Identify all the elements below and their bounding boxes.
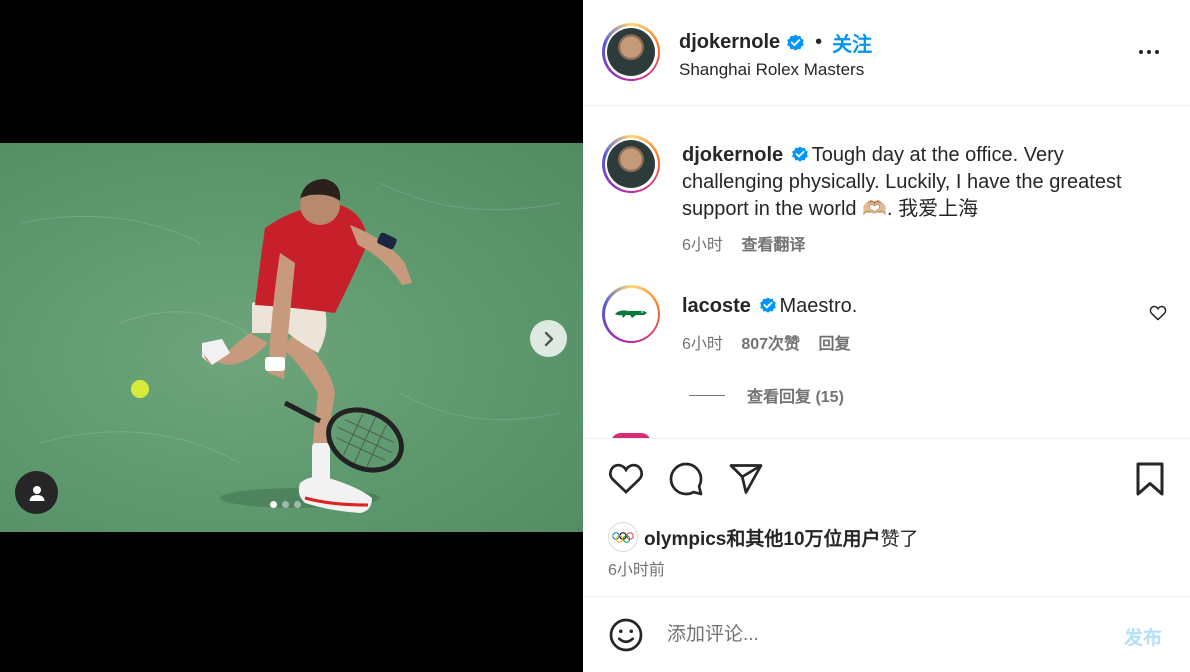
olympics-avatar[interactable] xyxy=(608,522,638,552)
comment-likes-count[interactable]: 807次赞 xyxy=(741,336,800,353)
comments-section: djokernole Tough day at the office. Very… xyxy=(583,107,1190,438)
avatar xyxy=(607,290,655,338)
share-button[interactable] xyxy=(728,461,764,502)
verified-badge-icon xyxy=(787,34,804,51)
caption-text-line: djokernole Tough day at the office. Very… xyxy=(682,142,1157,223)
avatar xyxy=(607,28,655,76)
tennis-ball xyxy=(131,380,149,398)
emoji-smile-icon xyxy=(609,618,643,652)
like-button[interactable] xyxy=(608,462,644,500)
verified-badge-icon xyxy=(759,297,776,313)
more-horizontal-icon xyxy=(1139,50,1143,54)
comment-button[interactable] xyxy=(668,461,704,502)
author-username[interactable]: djokernole xyxy=(679,31,780,54)
comment-like-button[interactable] xyxy=(1149,305,1167,326)
verified-badge-icon xyxy=(791,146,808,162)
tagged-users-button[interactable] xyxy=(15,471,58,514)
emoji-button[interactable] xyxy=(608,617,644,658)
carousel-dot-active xyxy=(270,501,277,508)
person-icon xyxy=(29,485,44,501)
comment-meta: 6小时 807次赞 回复 xyxy=(682,330,1142,354)
comment-username[interactable]: lacoste xyxy=(682,295,751,317)
post-comment-button[interactable]: 发布 xyxy=(1124,623,1162,650)
post-photo[interactable] xyxy=(0,143,583,532)
tennis-photo xyxy=(19,179,561,513)
comment-time: 6小时 xyxy=(682,336,723,353)
post-actions xyxy=(583,438,1190,597)
carousel-indicator xyxy=(270,501,301,508)
olympic-rings-icon xyxy=(612,532,634,543)
caption-username[interactable]: djokernole xyxy=(682,144,783,166)
media-pane xyxy=(0,0,583,672)
separator-dot: • xyxy=(815,31,823,53)
save-button[interactable] xyxy=(1135,461,1165,502)
post-header: djokernole • 关注 Shanghai Rolex Masters xyxy=(583,0,1190,106)
post-detail-panel: djokernole • 关注 Shanghai Rolex Masters d… xyxy=(583,0,1190,672)
post-time[interactable]: 6小时前 xyxy=(608,556,665,580)
heart-outline-icon xyxy=(608,463,644,494)
likes-summary: olympics和其他10万位用户赞了 xyxy=(608,522,919,552)
caption-block: djokernole Tough day at the office. Very… xyxy=(682,142,1157,255)
header-user-row: djokernole • 关注 xyxy=(679,28,872,57)
add-comment-bar: 发布 xyxy=(583,597,1190,672)
caption-meta: 6小时 查看翻译 xyxy=(682,231,1157,255)
follow-button[interactable]: 关注 xyxy=(832,28,872,57)
view-replies-label: 查看回复 (15) xyxy=(747,389,844,406)
caption-time: 6小时 xyxy=(682,237,723,254)
chevron-right-icon xyxy=(544,331,553,346)
likes-suffix: 赞了 xyxy=(880,528,919,550)
comment-block: lacoste Maestro. 6小时 807次赞 回复 xyxy=(682,293,1142,354)
send-icon xyxy=(729,464,763,494)
carousel-dot xyxy=(294,501,301,508)
carousel-dot xyxy=(282,501,289,508)
comment-bubble-icon xyxy=(669,462,703,496)
bookmark-icon xyxy=(1136,462,1164,496)
translate-button[interactable]: 查看翻译 xyxy=(741,237,805,254)
comment-text: Maestro. xyxy=(779,295,858,317)
comment-text-line: lacoste Maestro. xyxy=(682,293,1142,320)
likes-account[interactable]: olympics xyxy=(644,529,726,550)
reply-button[interactable]: 回复 xyxy=(819,336,851,353)
heart-outline-icon xyxy=(1149,305,1167,321)
comment-input[interactable] xyxy=(667,621,1097,649)
comment-avatar[interactable] xyxy=(602,285,660,343)
post-location[interactable]: Shanghai Rolex Masters xyxy=(679,60,864,80)
likes-others[interactable]: 和其他10万位用户 xyxy=(726,529,880,550)
avatar xyxy=(607,140,655,188)
replies-divider xyxy=(689,394,725,396)
author-avatar[interactable] xyxy=(602,23,660,81)
crocodile-logo-icon xyxy=(615,310,647,318)
view-replies-button[interactable]: 查看回复 (15) xyxy=(689,383,844,407)
more-options-button[interactable] xyxy=(1131,42,1167,62)
caption-avatar[interactable] xyxy=(602,135,660,193)
next-photo-button[interactable] xyxy=(530,320,567,357)
